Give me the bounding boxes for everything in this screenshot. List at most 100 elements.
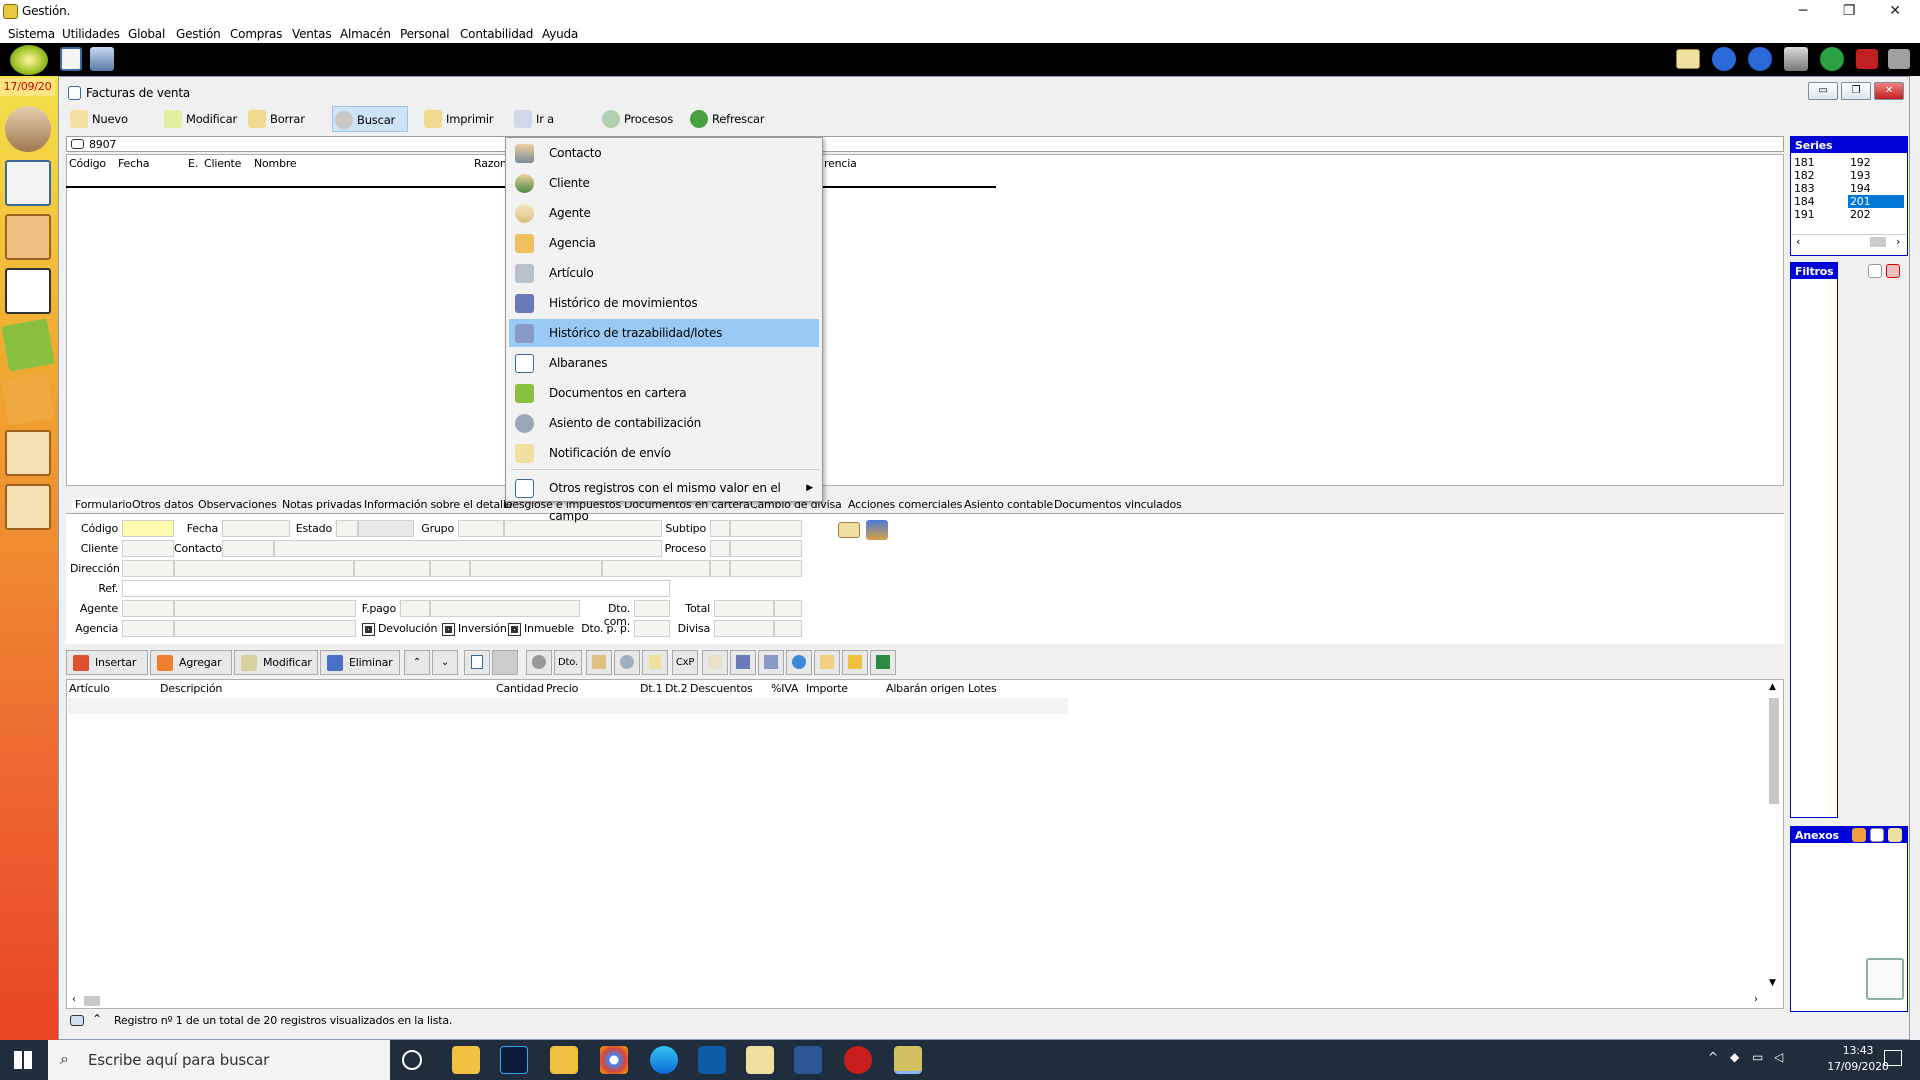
close-window-icon[interactable] <box>1856 49 1878 69</box>
menu-utilidades[interactable]: Utilidades <box>62 27 120 41</box>
fc-2-icon[interactable] <box>5 484 51 530</box>
chrome-icon[interactable] <box>600 1046 628 1074</box>
tools-icon[interactable] <box>90 47 114 71</box>
devolucion-checkbox[interactable]: Devolución <box>362 622 438 636</box>
help-icon[interactable] <box>1820 47 1844 71</box>
pais-field[interactable] <box>730 560 802 577</box>
subtipo-code-field[interactable] <box>710 520 730 537</box>
filter-clear-icon[interactable] <box>1886 264 1900 278</box>
menu-contabilidad[interactable]: Contabilidad <box>460 27 533 41</box>
col-dt1[interactable]: Dt.1 <box>640 682 663 695</box>
windows-icon[interactable] <box>1784 47 1808 71</box>
codigo-field[interactable] <box>122 520 174 537</box>
delete-button[interactable]: Borrar <box>246 106 316 132</box>
detail-row[interactable] <box>68 698 1068 714</box>
detail-grid[interactable] <box>66 679 1784 1009</box>
cxp-button[interactable]: CxP <box>672 650 698 675</box>
search-input[interactable]: 8907 <box>66 136 1784 152</box>
excel-button[interactable] <box>870 650 896 675</box>
keyboard-small-icon[interactable] <box>70 1015 84 1026</box>
menu-item-articulo[interactable]: Artículo <box>509 259 819 287</box>
attachment-mail-icon[interactable] <box>1888 828 1902 842</box>
col-articulo[interactable]: Artículo <box>69 682 110 695</box>
menu-item-documentos-cartera[interactable]: Documentos en cartera <box>509 379 819 407</box>
traceability-button[interactable] <box>758 650 784 675</box>
menu-item-albaranes[interactable]: Albaranes <box>509 349 819 377</box>
menu-item-historico-movimientos[interactable]: Histórico de movimientos <box>509 289 819 317</box>
cliente-field[interactable] <box>122 540 174 557</box>
total-field[interactable] <box>714 600 774 617</box>
dtocom-field[interactable] <box>634 600 670 617</box>
movements-button[interactable] <box>730 650 756 675</box>
tab-notas-privadas[interactable]: Notas privadas <box>282 498 362 511</box>
provincia-field[interactable] <box>602 560 710 577</box>
menu-compras[interactable]: Compras <box>230 27 282 41</box>
attachment-config-icon[interactable] <box>1870 828 1884 842</box>
fpago-code-field[interactable] <box>400 600 430 617</box>
scroll-down-icon[interactable]: ▼ <box>1769 978 1776 988</box>
price-button[interactable] <box>586 650 612 675</box>
expand-up-icon[interactable]: ⌃ <box>92 1012 102 1026</box>
minimize-button[interactable]: ─ <box>1780 0 1826 24</box>
filter-config-icon[interactable] <box>1868 264 1882 278</box>
contacto-field[interactable] <box>274 540 662 557</box>
folder-icon[interactable] <box>550 1046 578 1074</box>
inversion-checkbox[interactable]: Inversión <box>442 622 507 636</box>
col-cliente[interactable]: Cliente <box>204 157 241 170</box>
col-descripcion[interactable]: Descripción <box>160 682 222 695</box>
hscroll-left-icon[interactable]: ‹ <box>72 994 76 1005</box>
series-item[interactable]: 191 <box>1794 208 1815 221</box>
menu-item-notificacion[interactable]: Notificación de envío <box>509 439 819 467</box>
menu-item-historico-trazabilidad[interactable]: Histórico de trazabilidad/lotes <box>509 319 819 347</box>
edge-icon[interactable] <box>650 1046 678 1074</box>
menu-global[interactable]: Global <box>128 27 165 41</box>
hscroll-right-icon[interactable]: › <box>1754 994 1758 1005</box>
tab-observaciones[interactable]: Observaciones <box>198 498 277 511</box>
col-fecha[interactable]: Fecha <box>118 157 149 170</box>
add-button[interactable]: Agregar <box>150 650 232 675</box>
menu-ayuda[interactable]: Ayuda <box>542 27 578 41</box>
estado-field[interactable] <box>358 520 414 537</box>
close-button[interactable]: ✕ <box>1872 0 1918 24</box>
poblacion-code-field[interactable] <box>430 560 470 577</box>
image-button[interactable] <box>814 650 840 675</box>
import-button[interactable] <box>842 650 868 675</box>
col-albaran-origen[interactable]: Albarán origen <box>886 682 964 695</box>
back-arrow-icon[interactable] <box>1712 47 1736 71</box>
menu-personal[interactable]: Personal <box>400 27 450 41</box>
app-logo-icon[interactable] <box>10 45 48 75</box>
teamviewer-icon[interactable] <box>698 1046 726 1074</box>
agencia-field[interactable] <box>174 620 356 637</box>
child-restore-button[interactable]: ❐ <box>1841 82 1871 100</box>
menu-item-agencia[interactable]: Agencia <box>509 229 819 257</box>
dto-button[interactable]: Dto. <box>554 650 582 675</box>
blank-button[interactable] <box>492 650 518 675</box>
agente-code-field[interactable] <box>122 600 174 617</box>
menu-item-contacto[interactable]: Contacto <box>509 139 819 167</box>
series-item[interactable]: 181 <box>1794 156 1815 169</box>
maximize-button[interactable]: ❐ <box>1826 0 1872 24</box>
col-nombre[interactable]: Nombre <box>254 157 297 170</box>
invoice-purchase-icon[interactable] <box>5 214 51 260</box>
move-up-button[interactable]: ⌃ <box>404 650 430 675</box>
rx-icon[interactable] <box>844 1046 872 1074</box>
envelope-icon[interactable] <box>838 522 860 538</box>
menu-item-agente[interactable]: Agente <box>509 199 819 227</box>
child-close-button[interactable]: ✕ <box>1874 82 1904 100</box>
menu-sistema[interactable]: Sistema <box>8 27 55 41</box>
tab-acciones-comerciales[interactable]: Acciones comerciales <box>848 498 962 511</box>
col-dt2[interactable]: Dt.2 <box>665 682 688 695</box>
fpago-field[interactable] <box>430 600 580 617</box>
col-descuentos[interactable]: Descuentos <box>690 682 753 695</box>
inmueble-checkbox[interactable]: Inmueble <box>508 622 574 636</box>
euro-button[interactable] <box>614 650 640 675</box>
tab-documentos-vinculados[interactable]: Documentos vinculados <box>1054 498 1182 511</box>
dropbox-icon[interactable]: ◆ <box>1730 1050 1739 1064</box>
col-referencia[interactable]: rencia <box>824 157 857 170</box>
detail-vscrollbar[interactable]: ▲ ▼ <box>1766 682 1782 992</box>
forward-arrow-icon[interactable] <box>1748 47 1772 71</box>
proceso-field[interactable] <box>730 540 802 557</box>
series-item[interactable]: 183 <box>1794 182 1815 195</box>
col-cantidad[interactable]: Cantidad <box>496 682 544 695</box>
network-icon[interactable]: ▭ <box>1752 1050 1763 1064</box>
